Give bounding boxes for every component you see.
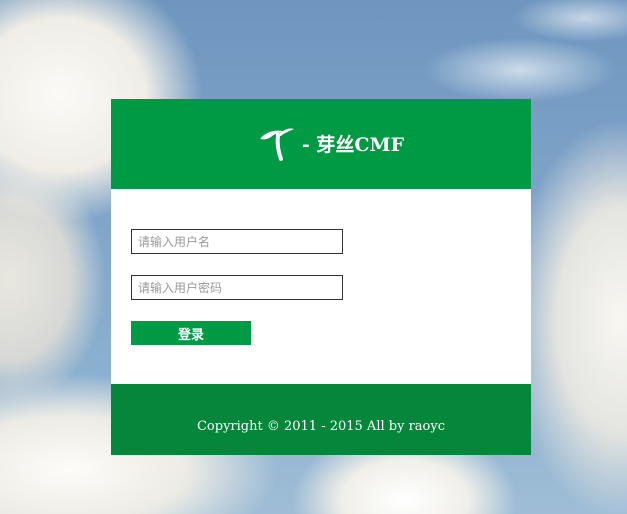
brand-title: - 芽丝CMF [301, 133, 405, 156]
login-page: { "header": { "logo_icon": "sprout-icon"… [0, 0, 627, 514]
username-input[interactable] [131, 229, 343, 254]
login-header: - 芽丝CMF [111, 99, 531, 189]
sprout-icon [259, 128, 294, 161]
password-input[interactable] [131, 275, 343, 300]
login-button[interactable]: 登录 [131, 321, 251, 345]
copyright-text: Copyright © 2011 - 2015 All by raoyc [196, 419, 445, 434]
login-footer: Copyright © 2011 - 2015 All by raoyc [111, 384, 531, 455]
brand: - 芽丝CMF [256, 123, 404, 165]
